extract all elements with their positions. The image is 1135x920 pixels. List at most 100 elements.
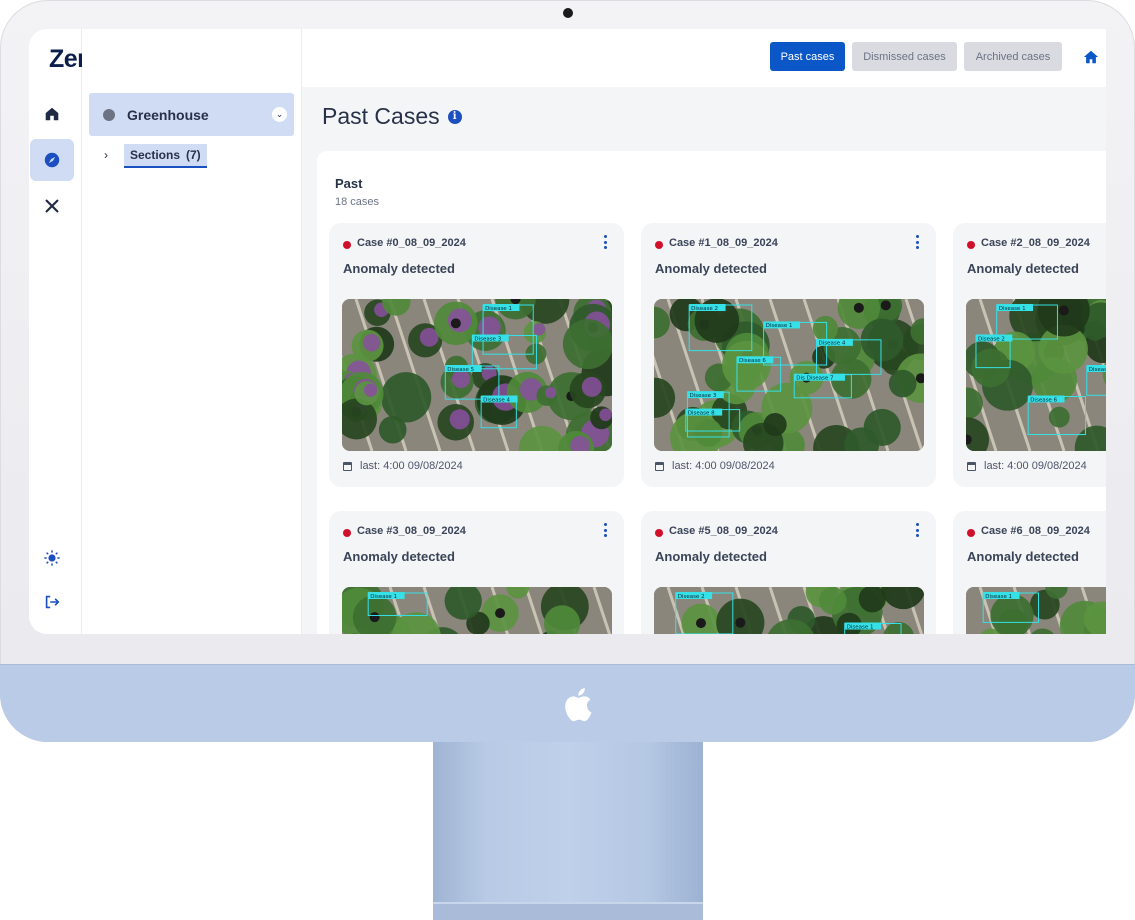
detection-label: Disease 2: [678, 594, 705, 600]
tab-past-cases[interactable]: Past cases: [770, 42, 845, 71]
plant-photo: Disease 2Disease 1Dis Disease 7Disease 8: [654, 587, 924, 634]
nav-home[interactable]: [30, 93, 74, 135]
case-status: Anomaly detected: [655, 549, 767, 564]
more-vert-icon[interactable]: [604, 235, 608, 249]
case-status: Anomaly detected: [343, 549, 455, 564]
case-thumbnail[interactable]: Disease 1 Disease 3 Disease 5 Disease 4: [342, 299, 612, 451]
case-card[interactable]: Case #3_08_09_2024 Anomaly detected Diseas…: [329, 511, 624, 634]
case-id: Case #3_08_09_2024: [357, 525, 466, 537]
nav-tools[interactable]: [30, 185, 74, 227]
monitor-stand: [433, 742, 703, 908]
home-icon[interactable]: [1082, 49, 1100, 65]
case-status: Anomaly detected: [967, 549, 1079, 564]
case-thumbnail[interactable]: Disease 1Disease 4: [966, 587, 1106, 634]
detection-label: Disease 6: [1030, 397, 1057, 403]
nav-explore[interactable]: [30, 139, 74, 181]
detection-label: Disease 1: [485, 306, 512, 312]
case-id: Case #2_08_09_2024: [981, 237, 1090, 249]
tree-root-greenhouse[interactable]: Greenhouse ⌄: [89, 93, 294, 136]
cases-panel: Past 18 cases Case #0_08_09_2024 Anomaly …: [317, 151, 1106, 634]
plant-photo: Disease 1 Disease 2 Disease 5 Disease 6: [966, 299, 1106, 451]
tree-root-label: Greenhouse: [127, 107, 209, 123]
detection-label: Disease 4: [818, 341, 845, 347]
more-vert-icon[interactable]: [916, 235, 920, 249]
detection-label: Disease 1: [847, 624, 874, 630]
location-tree: Greenhouse ⌄ › Sections (7): [82, 29, 302, 634]
calendar-icon: [967, 461, 976, 471]
group-title: Past: [335, 176, 363, 191]
status-dot: [967, 529, 975, 537]
case-last-updated: last: 4:00 09/08/2024: [655, 460, 775, 472]
detection-label: Dis Disease 7: [796, 376, 834, 382]
detection-label: Disease 3: [474, 336, 501, 342]
case-card[interactable]: Case #2_08_09_2024 Anomaly detected Diseas…: [953, 223, 1106, 487]
camera-dot: [563, 8, 573, 18]
detection-label: Disease 5: [1089, 367, 1106, 373]
plant-photo: Disease 1 Disease 3 Disease 5 Disease 4: [342, 299, 612, 451]
plant-photo: Disease 2 Disease 1 Disease 4 Disease 6 Dis …: [654, 299, 924, 451]
case-id: Case #5_08_09_2024: [669, 525, 778, 537]
compass-icon: [44, 152, 60, 168]
stand-base: [433, 902, 703, 920]
detection-label: Disease 2: [691, 306, 718, 312]
home-icon: [45, 107, 59, 121]
chevron-down-icon[interactable]: ⌄: [272, 107, 287, 122]
case-last-text: last: 4:00 09/08/2024: [984, 460, 1087, 472]
calendar-icon: [343, 461, 352, 471]
logout-icon: [45, 595, 60, 609]
case-thumbnail[interactable]: Disease 2Disease 1Dis Disease 7Disease 8: [654, 587, 924, 634]
theme-toggle[interactable]: [30, 537, 74, 579]
calendar-icon: [655, 461, 664, 471]
nav-rail: Zeraa.ai: [29, 29, 140, 634]
detection-label: Disease 2: [978, 336, 1005, 342]
case-id: Case #0_08_09_2024: [357, 237, 466, 249]
case-id: Case #6_08_09_2024: [981, 525, 1090, 537]
chevron-right-icon[interactable]: ›: [104, 148, 108, 162]
sections-label: Sections: [130, 148, 181, 162]
logout-button[interactable]: [30, 581, 74, 623]
sun-icon: [44, 550, 60, 566]
detection-label: Disease 1: [766, 323, 793, 329]
monitor-frame: Zeraa.ai Greenhouse ⌄: [0, 0, 1135, 742]
page-title-text: Past Cases: [322, 103, 440, 129]
sections-count: (7): [186, 148, 201, 162]
tab-dismissed-cases[interactable]: Dismissed cases: [852, 42, 957, 71]
tab-archived-cases[interactable]: Archived cases: [964, 42, 1062, 71]
case-status: Anomaly detected: [343, 261, 455, 276]
case-last-updated: last: 4:00 09/08/2024: [967, 460, 1087, 472]
more-vert-icon[interactable]: [604, 523, 608, 537]
case-card[interactable]: Case #5_08_09_2024 Anomaly detected Diseas…: [641, 511, 936, 634]
case-thumbnail[interactable]: Disease 1 Disease 2 Disease 5 Disease 6: [966, 299, 1106, 451]
status-dot: [967, 241, 975, 249]
detection-label: Disease 5: [447, 367, 474, 373]
status-dot: [655, 529, 663, 537]
detection-label: Disease 1: [985, 594, 1012, 600]
case-status: Anomaly detected: [967, 261, 1079, 276]
page-title: Past Cases i: [322, 103, 462, 130]
plant-photo: Disease 1Disease 4: [966, 587, 1106, 634]
main-content: Past Cases i Past 18 cases Case #0_08_09…: [302, 87, 1106, 634]
app-screen: Zeraa.ai Greenhouse ⌄: [29, 29, 1106, 634]
case-card[interactable]: Case #6_08_09_2024 Anomaly detected Diseas…: [953, 511, 1106, 634]
status-dot: [343, 529, 351, 537]
top-bar: Past cases Dismissed cases Archived case…: [302, 29, 1106, 88]
case-last-text: last: 4:00 09/08/2024: [360, 460, 463, 472]
plant-photo: Disease 1Disease 3: [342, 587, 612, 634]
case-last-text: last: 4:00 09/08/2024: [672, 460, 775, 472]
status-dot: [343, 241, 351, 249]
case-last-updated: last: 4:00 09/08/2024: [343, 460, 463, 472]
detection-label: Disease 4: [483, 397, 510, 403]
case-card[interactable]: Case #1_08_09_2024 Anomaly detected Diseas…: [641, 223, 936, 487]
info-icon[interactable]: i: [447, 109, 462, 124]
more-vert-icon[interactable]: [916, 523, 920, 537]
case-card[interactable]: Case #0_08_09_2024 Anomaly detected Diseas…: [329, 223, 624, 487]
detection-label: Disease 1: [370, 594, 397, 600]
case-thumbnail[interactable]: Disease 1Disease 3: [342, 587, 612, 634]
sections-pill[interactable]: Sections (7): [124, 144, 207, 168]
case-thumbnail[interactable]: Disease 2 Disease 1 Disease 4 Disease 6 Dis …: [654, 299, 924, 451]
case-status: Anomaly detected: [655, 261, 767, 276]
compass-icon: [103, 109, 115, 121]
case-id: Case #1_08_09_2024: [669, 237, 778, 249]
detection-label: Disease 6: [739, 358, 766, 364]
tools-icon: [45, 199, 59, 213]
